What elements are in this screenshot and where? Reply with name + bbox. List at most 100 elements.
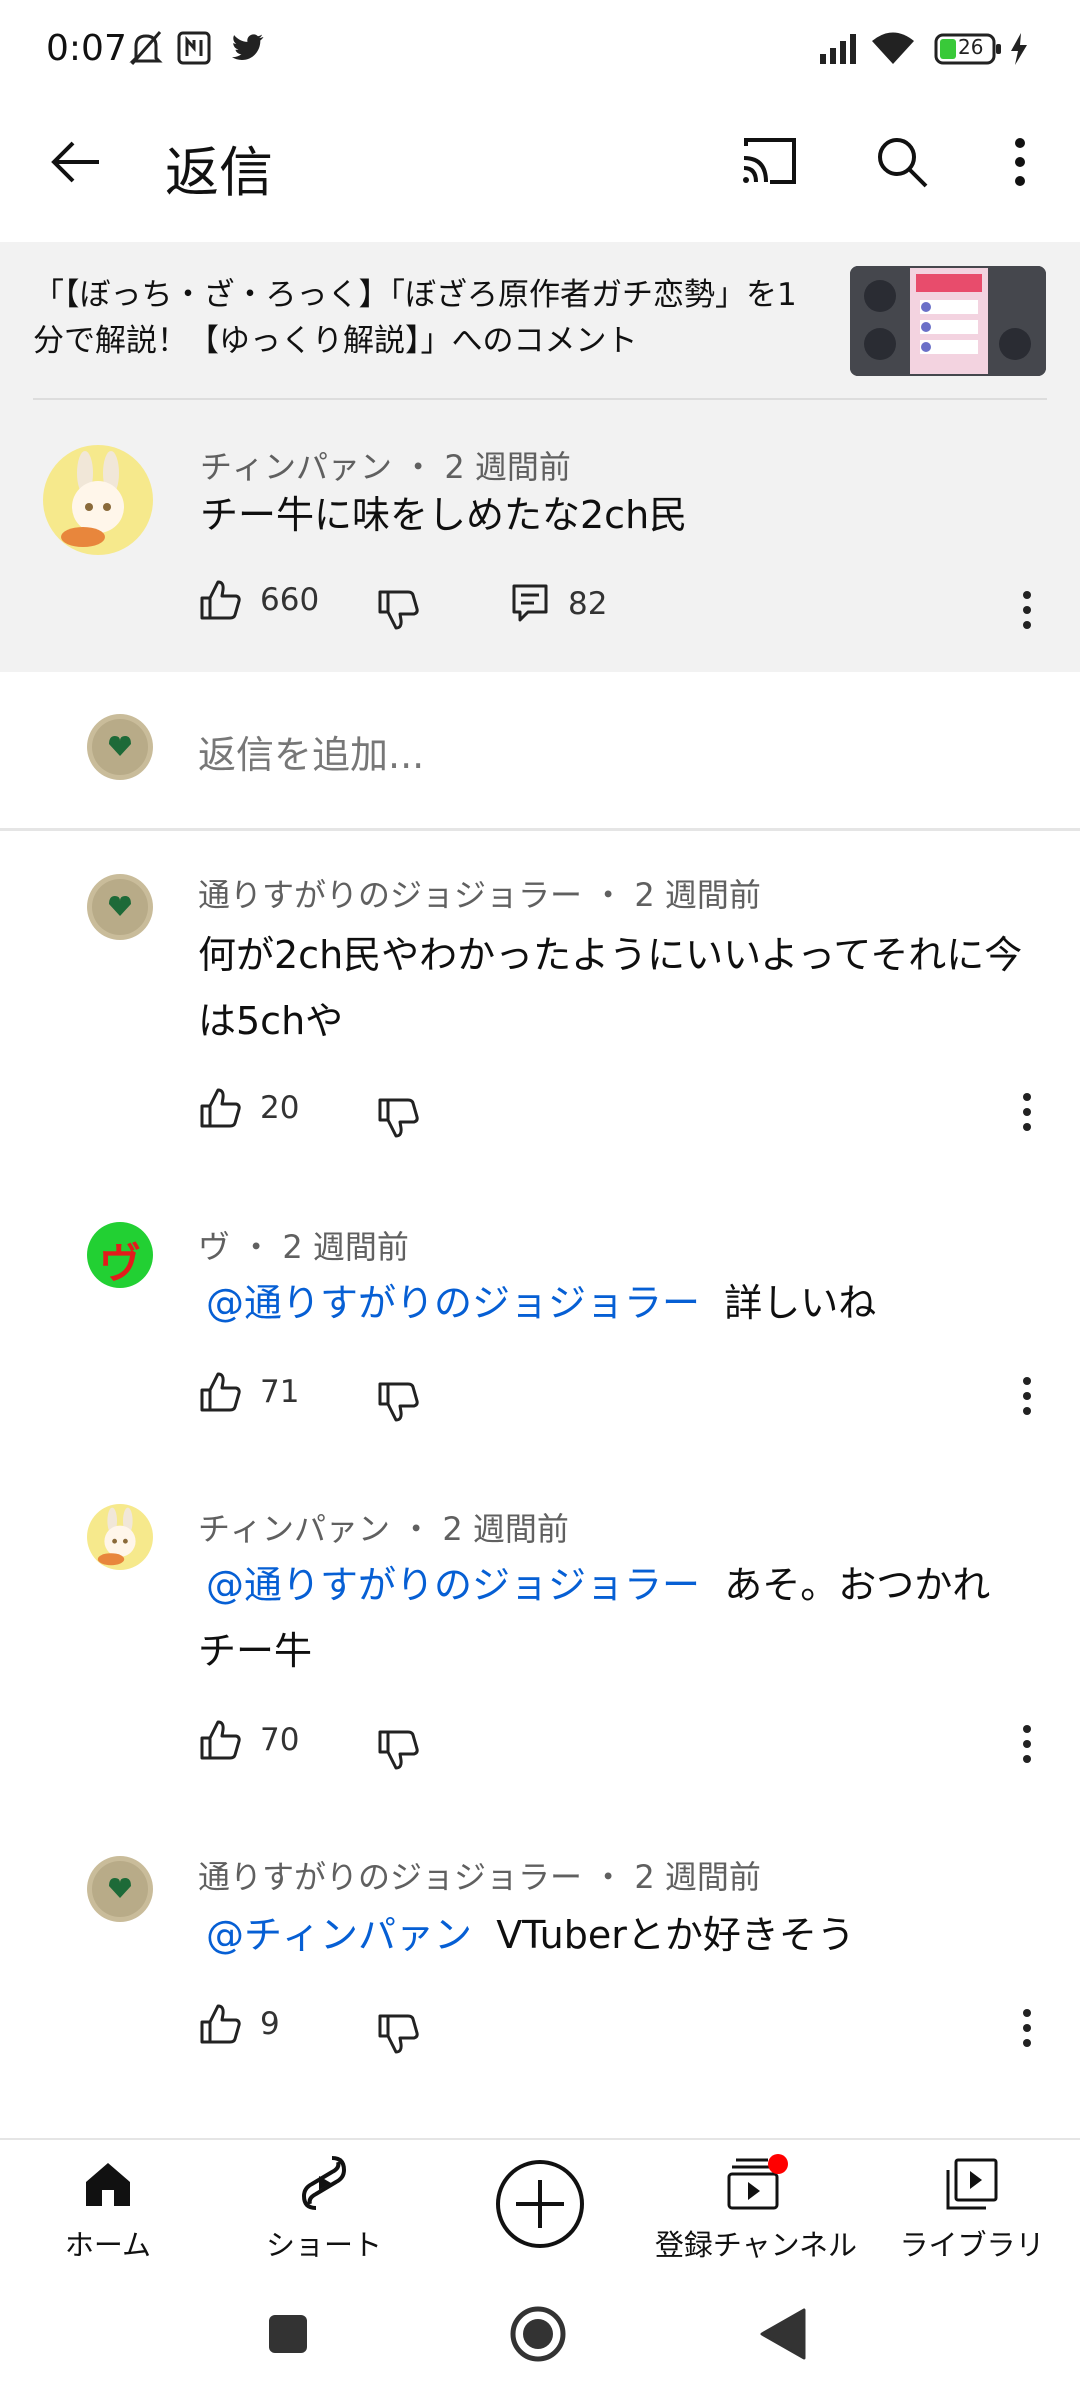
- current-user-avatar: [87, 714, 153, 780]
- reply-text-body: VTuberとか好きそう: [496, 1913, 855, 1957]
- thumb-up-icon: [200, 2004, 241, 2044]
- video-thumbnail[interactable]: [850, 266, 1046, 376]
- parent-comment-text: チー牛に味をしめたな2ch民: [200, 493, 688, 537]
- video-title[interactable]: 「【ぼっち・ざ・ろっく】「ぼざろ原作者ガチ恋勢」を1分で解説！【ゆっくり解説】」…: [33, 272, 823, 364]
- home-system-button[interactable]: [508, 2304, 568, 2364]
- nav-home[interactable]: ホーム: [0, 2140, 216, 2272]
- reply-dislike-button[interactable]: [376, 2012, 420, 2056]
- parent-dislike-button[interactable]: [376, 588, 420, 632]
- nav-shorts[interactable]: ショート: [216, 2140, 432, 2272]
- reply-text-line-2: チー牛: [198, 1629, 313, 1673]
- reply-text-body: あそ。おつかれ: [724, 1563, 991, 1607]
- reply-like-count: 9: [260, 2006, 280, 2042]
- notification-dot: [768, 2154, 788, 2174]
- reply-more-button[interactable]: [1021, 1724, 1041, 1774]
- recents-button[interactable]: [266, 2312, 310, 2356]
- create-plus-icon: [496, 2160, 584, 2248]
- nav-library[interactable]: ライブラリ: [864, 2140, 1080, 2272]
- parent-reply-count: 82: [568, 586, 608, 622]
- cast-button[interactable]: [730, 122, 810, 202]
- avatar-letter: ヴ: [98, 1239, 141, 1288]
- more-vert-icon: [1015, 138, 1025, 186]
- reply-text-line-2: は5chや: [198, 999, 344, 1043]
- battery-level: 26: [958, 35, 984, 59]
- reply-dislike-button[interactable]: [376, 1728, 420, 1772]
- reply-like-count: 71: [260, 1374, 300, 1410]
- reply-author-meta: ヴ ・ 2 週間前: [198, 1228, 409, 1266]
- nfc-icon: [176, 28, 212, 72]
- charging-icon: [1008, 32, 1030, 70]
- cast-icon: [743, 138, 796, 184]
- reply-text-line-1: @通りすがりのジョジョラー あそ。おつかれ: [206, 1552, 990, 1618]
- parent-author-avatar[interactable]: [43, 445, 153, 555]
- reply-like-count: 70: [260, 1722, 300, 1758]
- twitter-icon: [228, 28, 266, 70]
- page-title: 返信: [165, 141, 273, 204]
- reply-dislike-button[interactable]: [376, 1096, 420, 1140]
- reply-author-avatar[interactable]: [87, 874, 153, 940]
- header-divider: [33, 398, 1047, 400]
- bottom-navigation: ホーム ショート 登録チャンネル ライブラリ: [0, 2138, 1080, 2272]
- nav-shorts-label: ショート: [265, 2228, 382, 2262]
- back-arrow-icon: [51, 141, 99, 183]
- reply-like-count: 20: [260, 1090, 300, 1126]
- home-icon: [86, 2163, 130, 2206]
- thumb-down-icon: [378, 1730, 419, 1770]
- more-vert-icon: [1023, 1093, 1031, 1131]
- reply-text: @通りすがりのジョジョラー 詳しいね: [206, 1270, 876, 1336]
- reply-mention-link[interactable]: @チィンパァン: [206, 1913, 472, 1957]
- circle-home-icon: [510, 2306, 566, 2362]
- reply-more-button[interactable]: [1021, 1376, 1041, 1426]
- reply-like-button[interactable]: 70: [198, 1718, 299, 1762]
- reply-like-button[interactable]: 9: [198, 2002, 280, 2046]
- library-icon: [946, 2158, 998, 2210]
- more-options-button[interactable]: [980, 122, 1060, 202]
- reply-author-avatar[interactable]: ヴ: [87, 1222, 153, 1288]
- shorts-icon: [301, 2156, 347, 2210]
- app-bar: 返信: [0, 100, 1080, 240]
- reply-more-button[interactable]: [1021, 2008, 1041, 2058]
- back-system-button[interactable]: [758, 2306, 808, 2362]
- reply-comment-icon: [512, 584, 548, 622]
- nav-home-label: ホーム: [64, 2228, 152, 2262]
- reply-author-avatar[interactable]: [87, 1504, 153, 1570]
- status-bar: 0:07 26: [0, 0, 1080, 100]
- thumb-up-icon: [200, 1088, 241, 1128]
- thumb-up-icon: [200, 580, 241, 620]
- battery-icon: 26: [934, 32, 1004, 70]
- add-reply-bar[interactable]: 返信を追加...: [0, 672, 1080, 831]
- system-navigation: [0, 2270, 1080, 2400]
- thumb-down-icon: [378, 2014, 419, 2054]
- reply-text: @チィンパァン VTuberとか好きそう: [206, 1902, 855, 1968]
- reply-text-body: 詳しいね: [724, 1281, 877, 1325]
- thumb-up-icon: [200, 1720, 241, 1760]
- reply-author-meta: 通りすがりのジョジョラー ・ 2 週間前: [198, 1858, 761, 1896]
- reply-author-meta: チィンパァン ・ 2 週間前: [198, 1510, 569, 1548]
- nav-subscriptions[interactable]: 登録チャンネル: [648, 2140, 864, 2272]
- more-vert-icon: [1023, 1377, 1031, 1415]
- video-comment-header: 「【ぼっち・ざ・ろっく】「ぼざろ原作者ガチ恋勢」を1分で解説！【ゆっくり解説】」…: [0, 242, 1080, 672]
- reply-like-button[interactable]: 20: [198, 1086, 299, 1130]
- search-button[interactable]: [862, 122, 942, 202]
- reply-dislike-button[interactable]: [376, 1380, 420, 1424]
- more-vert-icon: [1023, 591, 1031, 629]
- more-vert-icon: [1023, 1725, 1031, 1763]
- add-reply-input[interactable]: 返信を追加...: [198, 724, 424, 779]
- parent-like-button[interactable]: 660: [198, 578, 319, 622]
- nav-library-label: ライブラリ: [899, 2228, 1045, 2262]
- reply-more-button[interactable]: [1021, 1092, 1041, 1142]
- nav-subscriptions-label: 登録チャンネル: [654, 2228, 858, 2262]
- reply-mention-link[interactable]: @通りすがりのジョジョラー: [206, 1563, 700, 1607]
- wifi-icon: [870, 30, 916, 70]
- nav-create[interactable]: [432, 2140, 648, 2272]
- reply-mention-link[interactable]: @通りすがりのジョジョラー: [206, 1281, 700, 1325]
- thumb-up-icon: [200, 1372, 241, 1412]
- back-button[interactable]: [36, 122, 116, 202]
- parent-more-button[interactable]: [1021, 590, 1041, 640]
- reply-author-avatar[interactable]: [87, 1856, 153, 1922]
- parent-replies-button[interactable]: 82: [510, 582, 607, 626]
- more-vert-icon: [1023, 2009, 1031, 2047]
- reply-author-meta: 通りすがりのジョジョラー ・ 2 週間前: [198, 876, 761, 914]
- reply-like-button[interactable]: 71: [198, 1370, 299, 1414]
- thumb-down-icon: [378, 590, 419, 630]
